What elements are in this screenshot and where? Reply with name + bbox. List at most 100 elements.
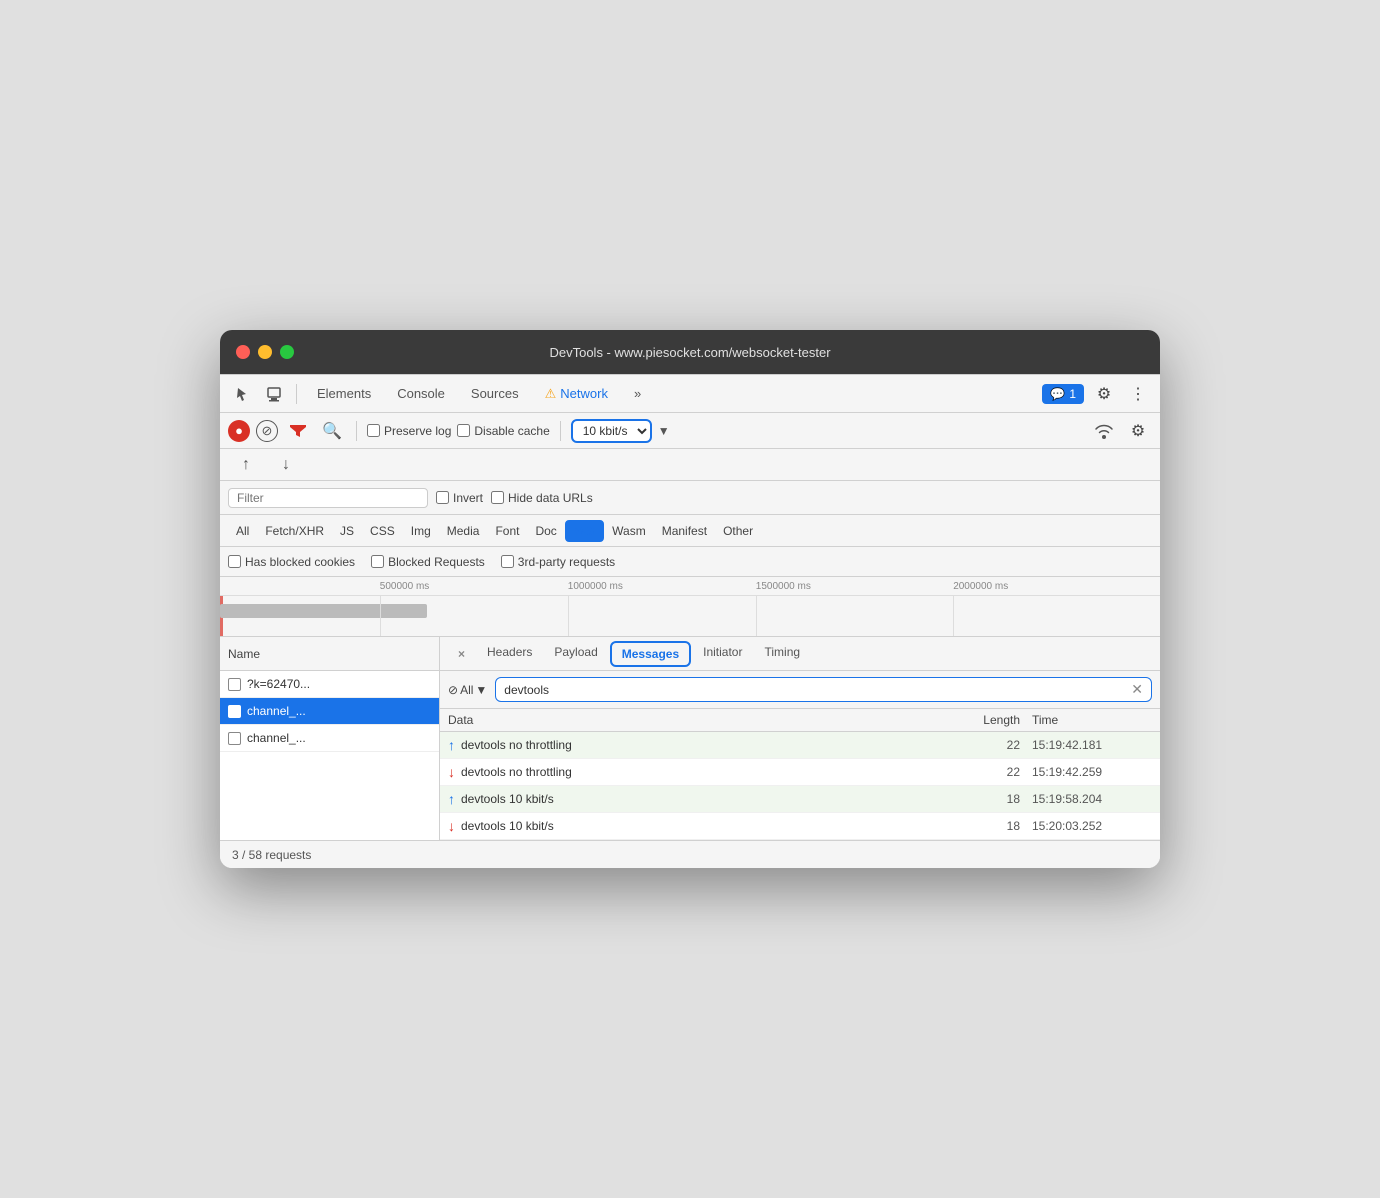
network-toolbar: ● ⊘ 🔍 Preserve log Disable cache 10 kbit… (220, 413, 1160, 449)
tab-console[interactable]: Console (385, 382, 457, 405)
msg-arrow-1: ↓ (448, 764, 455, 780)
invert-checkbox[interactable] (436, 491, 449, 504)
blocked-requests-checkbox[interactable] (371, 555, 384, 568)
filter-icon-btn[interactable] (284, 417, 312, 445)
detail-tab-messages[interactable]: Messages (610, 641, 691, 667)
file-checkbox-2[interactable] (228, 732, 241, 745)
tab-more[interactable]: » (622, 382, 653, 405)
type-filter-fetch/xhr[interactable]: Fetch/XHR (257, 522, 332, 540)
tl-label-2: 1500000 ms (756, 581, 811, 592)
msg-rows: ↑ devtools no throttling 22 15:19:42.181… (440, 732, 1160, 840)
upload-btn[interactable]: ↑ (232, 451, 260, 479)
tab-network[interactable]: ⚠ Network (533, 382, 620, 406)
tab-sources[interactable]: Sources (459, 382, 531, 405)
msg-length-2: 18 (952, 792, 1032, 806)
file-item-1[interactable]: channel_... (220, 698, 439, 725)
col-data-header: Data (448, 713, 952, 727)
close-button[interactable] (236, 345, 250, 359)
upload-icon: ↑ (242, 456, 250, 474)
file-item-2[interactable]: channel_... (220, 725, 439, 752)
clear-button[interactable]: ⊘ (256, 420, 278, 442)
filter-input[interactable] (228, 488, 428, 508)
tab-elements[interactable]: Elements (305, 382, 383, 405)
file-item-0[interactable]: ?k=62470... (220, 671, 439, 698)
msg-search-box[interactable]: devtools ✕ (495, 677, 1152, 702)
msg-filter-select[interactable]: ⊘ All ▼ (448, 683, 487, 697)
msg-length-0: 22 (952, 738, 1032, 752)
timeline-labels: 500000 ms1000000 ms1500000 ms2000000 ms (220, 577, 1160, 595)
msg-row-3[interactable]: ↓ devtools 10 kbit/s 18 15:20:03.252 (440, 813, 1160, 840)
cursor-icon-btn[interactable] (228, 380, 256, 408)
minimize-button[interactable] (258, 345, 272, 359)
wifi-icon-btn[interactable] (1090, 417, 1118, 445)
detail-tab-timing[interactable]: Timing (754, 641, 810, 667)
sep3 (560, 421, 561, 441)
msg-row-2[interactable]: ↑ devtools 10 kbit/s 18 15:19:58.204 (440, 786, 1160, 813)
no-throttling-icon: ⊘ (448, 683, 458, 697)
type-filter-wasm[interactable]: Wasm (604, 522, 654, 540)
record-button[interactable]: ● (228, 420, 250, 442)
more-icon-btn[interactable]: ⋮ (1124, 380, 1152, 408)
throttle-dropdown[interactable]: ▼ (658, 424, 670, 438)
msg-arrow-2: ↑ (448, 791, 455, 807)
download-btn[interactable]: ↓ (272, 451, 300, 479)
type-filter-doc[interactable]: Doc (527, 522, 564, 540)
inspect-icon-btn[interactable] (260, 380, 288, 408)
settings-icon-btn[interactable]: ⚙ (1090, 380, 1118, 408)
network-settings-btn[interactable]: ⚙ (1124, 417, 1152, 445)
type-filter-all[interactable]: All (228, 522, 257, 540)
blocked-cookies-checkbox[interactable] (228, 555, 241, 568)
throttle-select[interactable]: 10 kbit/s (571, 419, 652, 443)
timeline-area: 500000 ms1000000 ms1500000 ms2000000 ms (220, 577, 1160, 637)
blocked-cookies-label[interactable]: Has blocked cookies (228, 555, 355, 569)
msg-arrow-3: ↓ (448, 818, 455, 834)
type-filter-media[interactable]: Media (439, 522, 488, 540)
msg-table-header: Data Length Time (440, 709, 1160, 732)
type-filter-img[interactable]: Img (403, 522, 439, 540)
hide-data-urls-label[interactable]: Hide data URLs (491, 491, 593, 505)
chat-badge: 1 (1069, 387, 1076, 401)
search-icon-btn[interactable]: 🔍 (318, 417, 346, 445)
blocked-requests-label[interactable]: Blocked Requests (371, 555, 485, 569)
type-filter-other[interactable]: Other (715, 522, 761, 540)
status-text: 3 / 58 requests (232, 848, 311, 862)
third-party-checkbox[interactable] (501, 555, 514, 568)
invert-label[interactable]: Invert (436, 491, 483, 505)
col-length-header: Length (952, 713, 1032, 727)
hide-data-urls-checkbox[interactable] (491, 491, 504, 504)
details-panel: × HeadersPayloadMessagesInitiatorTiming … (440, 637, 1160, 840)
msg-search-text: devtools (504, 683, 549, 697)
status-bar: 3 / 58 requests (220, 840, 1160, 868)
download-icon: ↓ (282, 456, 290, 474)
blocked-row: Has blocked cookies Blocked Requests 3rd… (220, 547, 1160, 577)
type-filter-font[interactable]: Font (487, 522, 527, 540)
file-checkbox-0[interactable] (228, 678, 241, 691)
detail-tab-payload[interactable]: Payload (544, 641, 607, 667)
msg-data-3: devtools 10 kbit/s (461, 819, 952, 833)
disable-cache-label[interactable]: Disable cache (457, 424, 549, 438)
type-filter-js[interactable]: JS (332, 522, 362, 540)
third-party-label[interactable]: 3rd-party requests (501, 555, 615, 569)
type-filter-css[interactable]: CSS (362, 522, 403, 540)
preserve-log-label[interactable]: Preserve log (367, 424, 451, 438)
detail-tab-initiator[interactable]: Initiator (693, 641, 752, 667)
msg-row-0[interactable]: ↑ devtools no throttling 22 15:19:42.181 (440, 732, 1160, 759)
filter-icon (290, 425, 306, 437)
devtools-body: Elements Console Sources ⚠ Network » 💬 1… (220, 374, 1160, 868)
msg-row-1[interactable]: ↓ devtools no throttling 22 15:19:42.259 (440, 759, 1160, 786)
messages-filter: ⊘ All ▼ devtools ✕ (440, 671, 1160, 709)
type-filter-ws[interactable]: WS (565, 520, 604, 542)
detail-tab-headers[interactable]: Headers (477, 641, 542, 667)
detail-tab-close[interactable]: × (448, 643, 475, 665)
msg-search-clear[interactable]: ✕ (1131, 681, 1143, 698)
devtools-window: DevTools - www.piesocket.com/websocket-t… (220, 330, 1160, 868)
timeline-bar-area[interactable] (220, 595, 1160, 637)
file-checkbox-1[interactable] (228, 705, 241, 718)
maximize-button[interactable] (280, 345, 294, 359)
preserve-log-checkbox[interactable] (367, 424, 380, 437)
type-filter-manifest[interactable]: Manifest (654, 522, 715, 540)
disable-cache-checkbox[interactable] (457, 424, 470, 437)
main-content: Name ?k=62470... channel_... channel_...… (220, 637, 1160, 840)
warning-icon: ⚠ (545, 386, 557, 402)
chat-button[interactable]: 💬 1 (1042, 384, 1084, 404)
